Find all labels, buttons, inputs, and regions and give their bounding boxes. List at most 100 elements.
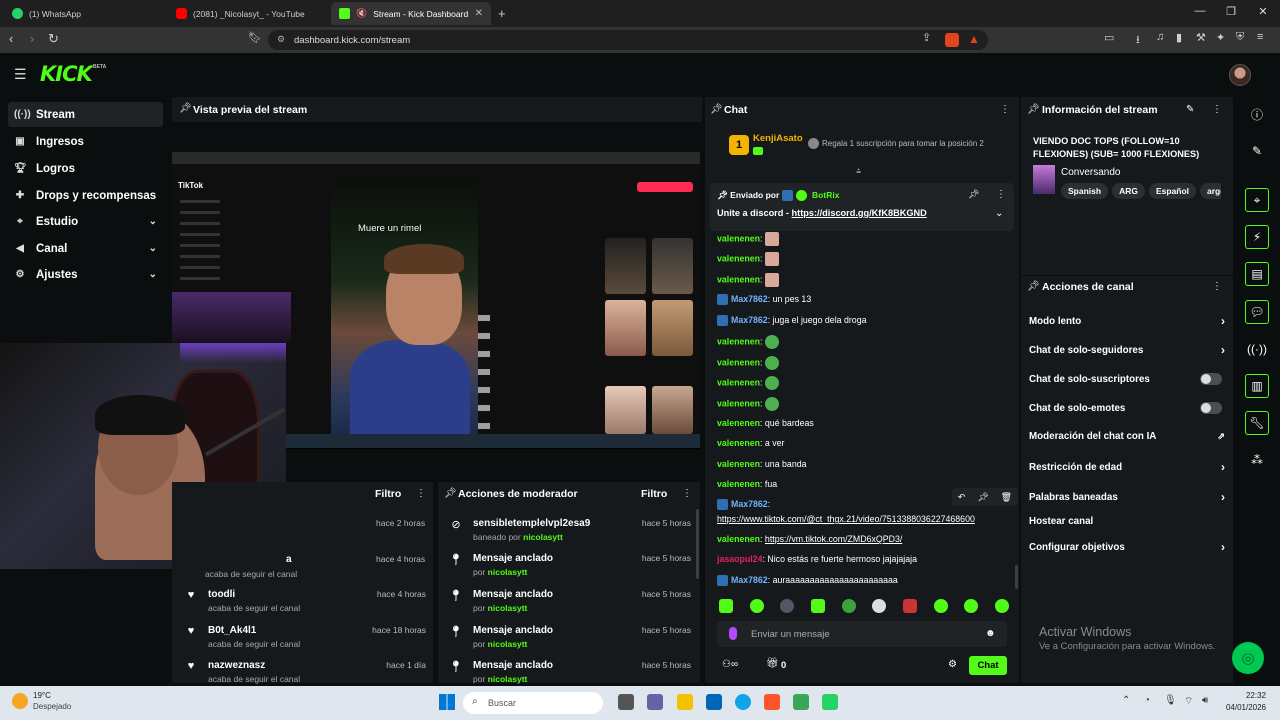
chat-username[interactable]: valenenen: [717, 398, 760, 408]
more-options-icon[interactable]: ⋮: [996, 189, 1006, 200]
brave-icon[interactable]: [764, 694, 780, 710]
kick-emote-icon[interactable]: [810, 599, 825, 613]
chat-username[interactable]: jasaopul24: [717, 554, 762, 564]
more-options-icon[interactable]: ⋮: [416, 488, 426, 499]
chat-username[interactable]: valenenen: [717, 534, 760, 544]
new-tab-icon[interactable]: +: [498, 6, 506, 21]
mod-by[interactable]: nicolasytt: [488, 603, 528, 613]
chat-username[interactable]: Max7862: [731, 575, 768, 585]
tag[interactable]: ARG: [1112, 183, 1145, 199]
chat-link[interactable]: https://www.tiktok.com/@ct_thgx.21/video…: [717, 514, 975, 524]
reader-icon[interactable]: ▮: [1176, 31, 1182, 44]
action-ai-moderation[interactable]: Moderación del chat con IA ⇗: [1029, 431, 1225, 442]
target-icon[interactable]: ⌖: [1245, 188, 1269, 212]
taskbar-search[interactable]: Buscar: [463, 692, 603, 714]
chat-username[interactable]: valenenen: [717, 357, 760, 367]
kick-emote-icon[interactable]: [964, 599, 979, 613]
pin-icon[interactable]: 📌︎: [1027, 104, 1040, 115]
pin-icon[interactable]: 📌︎: [179, 103, 192, 114]
feed-name[interactable]: B0t_Ak4l1: [208, 625, 300, 636]
more-options-icon[interactable]: ⋮: [1212, 104, 1222, 115]
store-icon[interactable]: [706, 694, 722, 710]
kick-emote-icon[interactable]: [719, 599, 733, 613]
unpin-icon[interactable]: 📌︎: [968, 189, 979, 200]
more-options-icon[interactable]: ⋮: [1000, 104, 1010, 115]
more-options-icon[interactable]: ⋮: [682, 488, 692, 499]
media-icon[interactable]: ♫: [1156, 31, 1164, 43]
back-icon[interactable]: ‹: [9, 31, 13, 46]
tag[interactable]: Español: [1148, 183, 1197, 199]
mod-by[interactable]: nicolasytt: [488, 567, 528, 577]
sidebar-item-ajustes[interactable]: ⚙ Ajustes ⌄: [8, 262, 163, 287]
feed-filter-button[interactable]: Filtro: [375, 488, 401, 500]
ai-icon[interactable]: ✦: [1216, 31, 1225, 44]
subscribers-only-toggle[interactable]: [1200, 373, 1222, 385]
windows-start-icon[interactable]: [439, 694, 455, 710]
kick-logo[interactable]: KICK: [40, 62, 93, 86]
action-age-restriction[interactable]: Restricción de edad ›: [1029, 460, 1225, 474]
lightning-icon[interactable]: ⚡︎: [1245, 225, 1269, 249]
extensions-icon[interactable]: ⚒: [1196, 31, 1206, 44]
chat-username[interactable]: valenenen: [717, 274, 760, 284]
avatar[interactable]: [1229, 64, 1251, 86]
task-view-icon[interactable]: [618, 694, 634, 710]
kick-emote-icon[interactable]: [994, 599, 1009, 613]
action-host-channel[interactable]: Hostear canal: [1029, 516, 1225, 527]
chat-link[interactable]: https://vm.tiktok.com/ZMD6xQPD3/: [765, 534, 902, 544]
tag[interactable]: Spanish: [1061, 183, 1109, 199]
edit-icon[interactable]: ✎: [1245, 139, 1269, 163]
network-icon[interactable]: ◔: [1144, 695, 1150, 706]
emotes-only-toggle[interactable]: [1200, 402, 1222, 414]
bookmark-icon[interactable]: 🔖︎: [248, 31, 262, 44]
reply-icon[interactable]: ↶: [958, 492, 966, 503]
emoji-icon[interactable]: ☻: [985, 628, 996, 639]
sidebar-item-estudio[interactable]: ⌖ Estudio ⌄: [8, 209, 163, 234]
chevron-down-icon[interactable]: ⌄: [995, 208, 1003, 219]
microphone-icon[interactable]: [729, 627, 737, 640]
chat-bubble-icon[interactable]: 💬︎: [1245, 300, 1269, 324]
clock-date[interactable]: 04/01/2026: [1222, 703, 1266, 712]
sidebar-item-stream[interactable]: ((·)) Stream: [8, 102, 163, 127]
action-followers-only[interactable]: Chat de solo-seguidores ›: [1029, 343, 1225, 357]
clock-time[interactable]: 22:32: [1222, 691, 1266, 700]
restore-icon[interactable]: ❐: [1216, 5, 1246, 18]
microphone-tray-icon[interactable]: 🎙︎: [1164, 695, 1177, 706]
sidebar-item-logros[interactable]: 🏆︎ Logros: [8, 156, 163, 181]
mod-by[interactable]: nicolasytt: [523, 532, 563, 542]
pin-icon[interactable]: 📌︎: [1027, 281, 1040, 292]
emote-icon[interactable]: [841, 599, 856, 613]
emote-icon[interactable]: [902, 599, 917, 613]
gift-promo[interactable]: Regala 1 suscripción para tomar la posic…: [822, 139, 984, 148]
action-configure-goals[interactable]: Configurar objetivos ›: [1029, 540, 1225, 554]
sidebar-toggle-icon[interactable]: ▭: [1104, 31, 1114, 44]
mod-filter-button[interactable]: Filtro: [641, 488, 667, 500]
document-icon[interactable]: ▤: [1245, 262, 1269, 286]
kick-emote-icon[interactable]: [749, 599, 764, 613]
chat-input[interactable]: Enviar un mensaje: [717, 621, 1007, 647]
close-tab-icon[interactable]: ✕: [475, 8, 483, 19]
more-options-icon[interactable]: ⋮: [1212, 281, 1222, 292]
sidebar-item-canal[interactable]: ◀ Canal ⌄: [8, 236, 163, 261]
feed-name[interactable]: toodli: [208, 589, 300, 600]
tab-youtube[interactable]: (2081) _Nicolasyt_ - YouTube: [168, 2, 328, 25]
chat-username[interactable]: valenenen: [717, 253, 760, 263]
share-icon[interactable]: ⇪: [922, 31, 931, 44]
chat-send-button[interactable]: Chat: [969, 656, 1007, 675]
action-slow-mode[interactable]: Modo lento ›: [1029, 314, 1225, 328]
pin-icon[interactable]: 📌︎: [977, 492, 988, 503]
scrollbar[interactable]: [1015, 565, 1018, 589]
chat-username[interactable]: Max7862: [731, 315, 768, 325]
weather-icon[interactable]: [12, 693, 28, 709]
mute-icon[interactable]: 🔇: [356, 8, 367, 19]
chat-username[interactable]: valenenen: [717, 438, 760, 448]
forward-icon[interactable]: ›: [30, 31, 34, 46]
tab-whatsapp[interactable]: (1) WhatsApp: [4, 2, 164, 25]
category-name[interactable]: Conversando: [1061, 167, 1120, 178]
collapse-icon[interactable]: ⩮: [856, 166, 861, 177]
scrollbar[interactable]: [696, 509, 699, 579]
feed-name[interactable]: nazweznasz: [208, 660, 300, 671]
site-info-icon[interactable]: ⚙: [277, 34, 285, 45]
chat-settings-icon[interactable]: ⚙: [948, 659, 957, 670]
brave-shield-icon[interactable]: [945, 33, 959, 47]
tray-chevron-icon[interactable]: ⌃: [1122, 695, 1130, 706]
